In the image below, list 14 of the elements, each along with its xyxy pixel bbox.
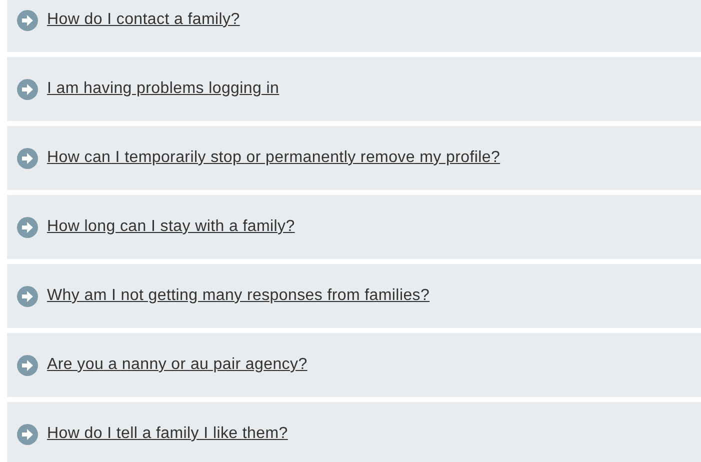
faq-question-link[interactable]: How do I tell a family I like them?: [47, 425, 288, 443]
faq-question-link[interactable]: Are you a nanny or au pair agency?: [47, 356, 308, 374]
faq-question-link[interactable]: How do I contact a family?: [47, 11, 240, 29]
arrow-circle-icon: [17, 286, 38, 306]
arrow-circle-icon: [17, 148, 38, 168]
faq-question-link[interactable]: Why am I not getting many responses from families?: [47, 287, 430, 305]
arrow-circle-icon: [17, 354, 38, 376]
arrow-circle-icon: [17, 216, 38, 238]
faq-question-link[interactable]: How long can I stay with a family?: [47, 218, 295, 236]
arrow-circle-icon: [17, 424, 38, 444]
arrow-circle-icon: [17, 10, 38, 30]
faq-question-link[interactable]: I am having problems logging in: [47, 80, 280, 98]
arrow-circle-icon: [17, 78, 38, 100]
faq-question-link[interactable]: How can I temporarily stop or permanently remove my profile?: [47, 149, 500, 167]
